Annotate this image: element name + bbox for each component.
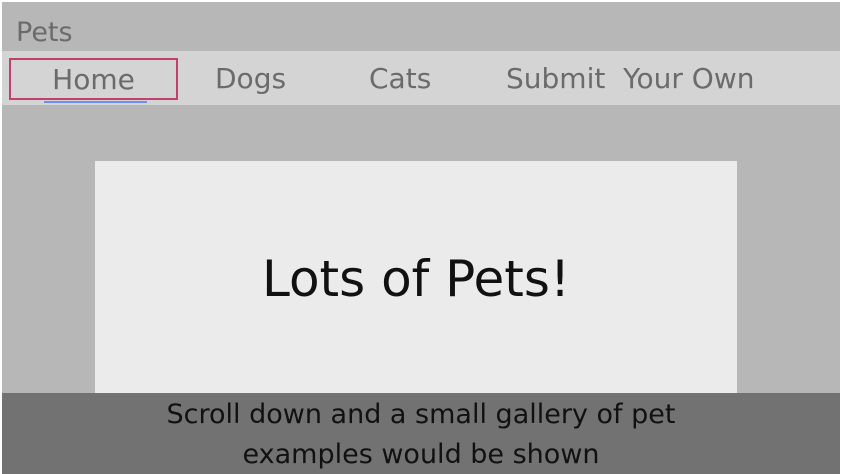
nav-item-home[interactable]: Home: [9, 58, 178, 103]
annotation-bar: Scroll down and a small gallery of pet e…: [2, 393, 840, 474]
app-title: Pets: [16, 17, 73, 48]
page-frame: Pets Home Dogs Cats Submit Your Own Lots…: [2, 2, 840, 474]
hero-banner: Lots of Pets!: [95, 161, 737, 401]
navbar: Home Dogs Cats Submit Your Own: [2, 51, 840, 105]
hero-title: Lots of Pets!: [261, 250, 571, 308]
nav-item-cats[interactable]: Cats: [369, 58, 431, 100]
nav-item-home-label: Home: [52, 63, 135, 96]
annotation-text: Scroll down and a small gallery of pet e…: [166, 399, 676, 470]
nav-item-submit-your-own[interactable]: Submit Your Own: [506, 58, 755, 100]
active-tab-underline: [44, 101, 147, 103]
nav-item-dogs[interactable]: Dogs: [215, 58, 286, 100]
